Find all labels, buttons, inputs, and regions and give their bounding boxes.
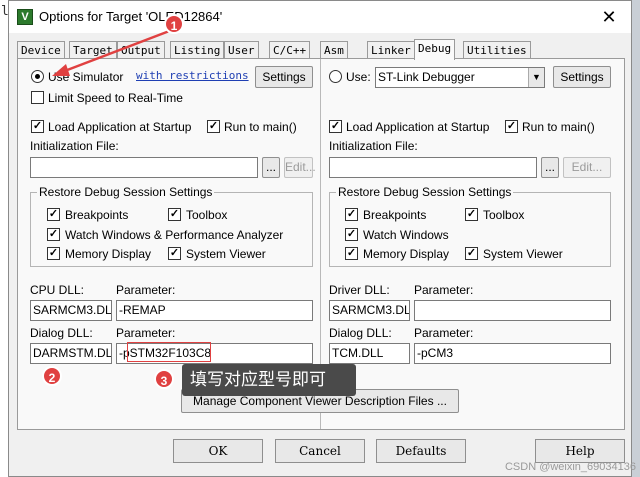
annotation-arrow xyxy=(52,28,173,76)
annotation-badge-1: 1 xyxy=(164,14,184,34)
annotation-badge-2: 2 xyxy=(42,366,62,386)
annotation-badge-3: 3 xyxy=(154,369,174,389)
annotation-tooltip: 填写对应型号即可 xyxy=(182,364,356,396)
tab-debug[interactable]: Debug xyxy=(414,39,456,60)
watermark: CSDN @weixin_69034136 xyxy=(504,461,636,473)
annotation-highlight-box xyxy=(127,342,211,362)
